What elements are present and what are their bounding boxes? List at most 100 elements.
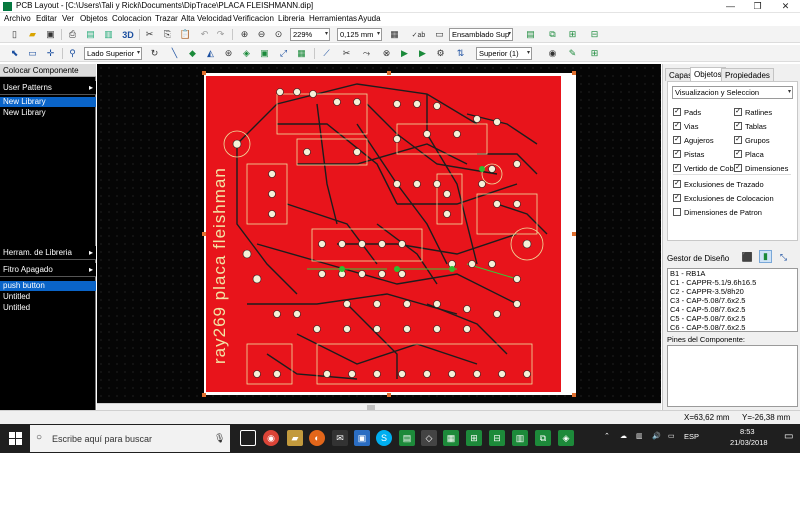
layer-switch-icon[interactable]: ⇅ <box>454 47 467 60</box>
pattern-editor-icon[interactable]: ⊟ <box>489 430 505 446</box>
language-indicator[interactable]: ESP <box>684 432 699 441</box>
pcb-canvas[interactable]: ray269 placa fleishman <box>97 64 661 403</box>
tab-propiedades[interactable]: Propiedades <box>721 68 774 81</box>
zoom-in-icon[interactable]: ⊕ <box>238 28 251 41</box>
pads-toggle[interactable]: ✓ Pads <box>673 106 740 118</box>
tray-chevron-icon[interactable]: ⌃ <box>604 432 610 440</box>
checkbox-checked[interactable]: ✓ <box>734 136 742 144</box>
autoroute-run-icon[interactable]: ▶ <box>398 47 411 60</box>
notifications-icon[interactable]: ▭ <box>784 431 793 442</box>
diptrace-icon[interactable]: ▦ <box>443 430 459 446</box>
list-item[interactable]: B1 - RB1A <box>668 269 797 278</box>
menu-ayuda[interactable]: Ayuda <box>358 14 381 23</box>
component-item[interactable]: push button <box>0 281 96 291</box>
store-icon[interactable]: ▣ <box>354 430 370 446</box>
dimensions-toggle[interactable]: ✓ Dimensiones <box>734 162 788 174</box>
library-icon[interactable]: ⧉ <box>535 430 551 446</box>
pattern-dimensions-toggle[interactable]: Dimensiones de Patron <box>673 206 791 218</box>
filter-button[interactable]: Fitro Apagado ▸ <box>0 263 96 277</box>
arc-tool-icon[interactable]: ◭ <box>204 47 217 60</box>
zoom-fit-icon[interactable]: ⊙ <box>272 28 285 41</box>
open-folder-icon[interactable]: ▰ <box>26 28 39 41</box>
tray-network-icon[interactable]: ▥ <box>636 432 643 440</box>
component-pins-list[interactable] <box>667 345 798 407</box>
checkbox-checked[interactable]: ✓ <box>734 150 742 158</box>
clock-time[interactable]: 8:53 <box>740 427 755 436</box>
route-edit-icon[interactable]: ✂ <box>340 47 353 60</box>
print-icon[interactable]: ⎙ <box>66 28 79 41</box>
game-icon[interactable]: ◇ <box>421 430 437 446</box>
layer-select[interactable]: Superior (1) ▾ <box>476 47 532 60</box>
menu-colocacion[interactable]: Colocacion <box>112 14 152 23</box>
zoom-select[interactable]: 229% ▾ <box>290 28 330 41</box>
new-file-icon[interactable]: ▯ <box>8 28 21 41</box>
checkbox-checked[interactable]: ✓ <box>673 164 681 172</box>
route-keepout-toggle[interactable]: ✓ Exclusiones de Trazado <box>673 178 791 190</box>
placement-keepout-toggle[interactable]: ✓ Exclusiones de Colocacion <box>673 192 791 204</box>
checkbox-checked[interactable]: ✓ <box>673 122 681 130</box>
checkbox-checked[interactable]: ✓ <box>673 150 681 158</box>
cut-icon[interactable]: ✂ <box>143 28 156 41</box>
firefox-icon[interactable]: ◐ <box>309 430 325 446</box>
clock-date[interactable]: 21/03/2018 <box>730 438 768 447</box>
tray-onedrive-icon[interactable]: ☁ <box>620 432 627 440</box>
component-editor-icon[interactable]: ▥ <box>512 430 528 446</box>
rotate-icon[interactable]: ↻ <box>148 47 161 60</box>
mail-icon[interactable]: ✉ <box>332 430 348 446</box>
close-button[interactable]: ✕ <box>772 0 799 13</box>
tray-battery-icon[interactable]: ▭ <box>668 432 675 440</box>
list-item[interactable]: C3 - CAP-5.08/7.6x2.5 <box>668 296 797 305</box>
skype-icon[interactable]: S <box>376 430 392 446</box>
tray-volume-icon[interactable]: 🔊 <box>652 432 661 440</box>
menu-archivo[interactable]: Archivo <box>4 14 31 23</box>
list-item[interactable]: C1 - CAPPR-5.1/9.6h16.5 <box>668 278 797 287</box>
checkbox-checked[interactable]: ✓ <box>673 180 681 188</box>
line-tool-icon[interactable]: ╲ <box>168 47 181 60</box>
export-icon[interactable]: ▥ <box>102 28 115 41</box>
minimize-button[interactable]: — <box>717 0 744 13</box>
menu-herramientas[interactable]: Herramientas <box>309 14 357 23</box>
ratlines-toggle[interactable]: ✓ Ratlines <box>734 106 788 118</box>
save-icon[interactable]: ▣ <box>44 28 57 41</box>
menu-alta-velocidad[interactable]: Alta Velocidad <box>181 14 232 23</box>
vias-toggle[interactable]: ✓ Vias <box>673 120 740 132</box>
select-tool-icon[interactable]: ⬉ <box>8 47 21 60</box>
menu-verificacion[interactable]: Verificacion <box>233 14 274 23</box>
checkbox-checked[interactable]: ✓ <box>673 194 681 202</box>
measure-icon[interactable]: ⊞ <box>588 47 601 60</box>
taskbar-search[interactable]: ○ Escribe aquí para buscar 🎙 <box>30 425 230 452</box>
board-toggle[interactable]: ✓ Placa <box>734 148 788 160</box>
tables-toggle[interactable]: ✓ Tablas <box>734 120 788 132</box>
library-item[interactable]: New Library <box>0 108 96 118</box>
polygon-icon[interactable]: ▣ <box>258 47 271 60</box>
microphone-icon[interactable]: 🎙 <box>214 433 225 444</box>
pin-mode-icon[interactable]: ⤡ <box>777 251 790 264</box>
pcb-layout-icon[interactable]: ⊞ <box>466 430 482 446</box>
3d-view-icon[interactable]: 3D <box>120 28 136 41</box>
dimension-icon[interactable]: ⤢ <box>277 47 290 60</box>
component-item[interactable]: Untitled <box>0 292 96 302</box>
groups-toggle[interactable]: ✓ Grupos <box>734 134 788 146</box>
checkbox-checked[interactable]: ✓ <box>734 122 742 130</box>
import-icon[interactable]: ▤ <box>84 28 97 41</box>
side-select[interactable]: Lado Superior ▾ <box>84 47 142 60</box>
chrome-icon[interactable]: ◉ <box>263 430 279 446</box>
net-icon[interactable]: ⊟ <box>588 28 601 41</box>
undo-icon[interactable]: ↶ <box>198 28 211 41</box>
hole-icon[interactable]: ▦ <box>295 47 308 60</box>
list-item[interactable]: C2 - CAPPR-3.5/8h20 <box>668 287 797 296</box>
pan-tool-icon[interactable]: ▭ <box>26 47 39 60</box>
autoroute-step-icon[interactable]: ▶ <box>416 47 429 60</box>
traces-toggle[interactable]: ✓ Pistas <box>673 148 740 160</box>
component-list[interactable]: B1 - RB1A C1 - CAPPR-5.1/9.6h16.5 C2 - C… <box>667 268 798 332</box>
checkbox-checked[interactable]: ✓ <box>673 136 681 144</box>
copy-icon[interactable]: ⎘ <box>161 28 174 41</box>
grid-toggle-icon[interactable]: ▦ <box>388 28 401 41</box>
design-check-icon[interactable]: ✓ab <box>412 28 426 41</box>
copper-pour-toggle[interactable]: ✓ Vertido de Cobre <box>673 162 740 174</box>
rules-icon[interactable]: ⊞ <box>566 28 579 41</box>
checkbox-checked[interactable]: ✓ <box>734 164 742 172</box>
library-item[interactable]: New Library <box>0 97 96 107</box>
checkbox-checked[interactable]: ✓ <box>734 108 742 116</box>
paste-icon[interactable]: 📋 <box>179 28 192 41</box>
